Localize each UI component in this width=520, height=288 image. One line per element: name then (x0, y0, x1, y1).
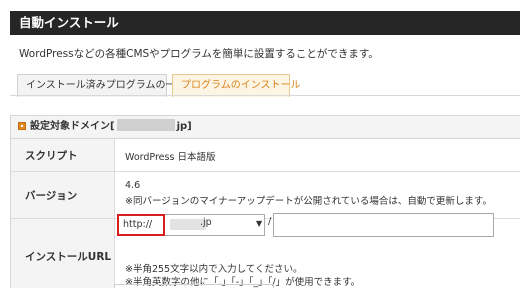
url-protocol: http:// (123, 219, 153, 230)
install-url-label: インストールURL (11, 219, 115, 288)
url-domain-suffix: .jp (200, 217, 212, 228)
target-domain-suffix: jp] (176, 121, 192, 132)
tab-install-program[interactable]: プログラムのインストール (172, 74, 301, 97)
page-title-bar: 自動インストール (10, 11, 520, 35)
script-value: WordPress 日本語版 (125, 152, 216, 163)
redacted-domain (116, 119, 175, 131)
chevron-down-icon[interactable]: ▼ (256, 219, 262, 228)
script-row: スクリプト WordPress 日本語版 (11, 139, 520, 172)
version-row: バージョン 4.6 ※同バージョンのマイナーアップデートが公開されている場合は、… (11, 172, 520, 219)
url-note-length: ※半角255文字以内で入力してください。 (125, 264, 303, 275)
version-value: 4.6 (125, 180, 141, 191)
version-label: バージョン (11, 172, 115, 218)
target-domain-header: 設定対象ドメイン[ jp] (11, 116, 520, 139)
install-path-input[interactable] (273, 213, 494, 237)
tab-installed-programs[interactable]: インストール済みプログラムの一覧 (17, 74, 186, 97)
page-title: 自動インストール (19, 15, 119, 30)
next-field-partial (114, 284, 274, 288)
url-protocol-highlight: http:// (117, 214, 165, 236)
page-description: WordPressなどの各種CMSやプログラムを簡単に設置することができます。 (19, 48, 379, 60)
url-slash: / (268, 216, 272, 227)
tab-underline (10, 95, 520, 96)
orange-square-icon (18, 122, 26, 130)
version-note: ※同バージョンのマイナーアップデートが公開されている場合は、自動で更新します。 (125, 196, 492, 207)
install-settings-panel: 設定対象ドメイン[ jp] スクリプト WordPress 日本語版 バージョン … (10, 115, 520, 288)
script-label: スクリプト (11, 139, 115, 171)
target-domain-label: 設定対象ドメイン[ (30, 121, 115, 132)
